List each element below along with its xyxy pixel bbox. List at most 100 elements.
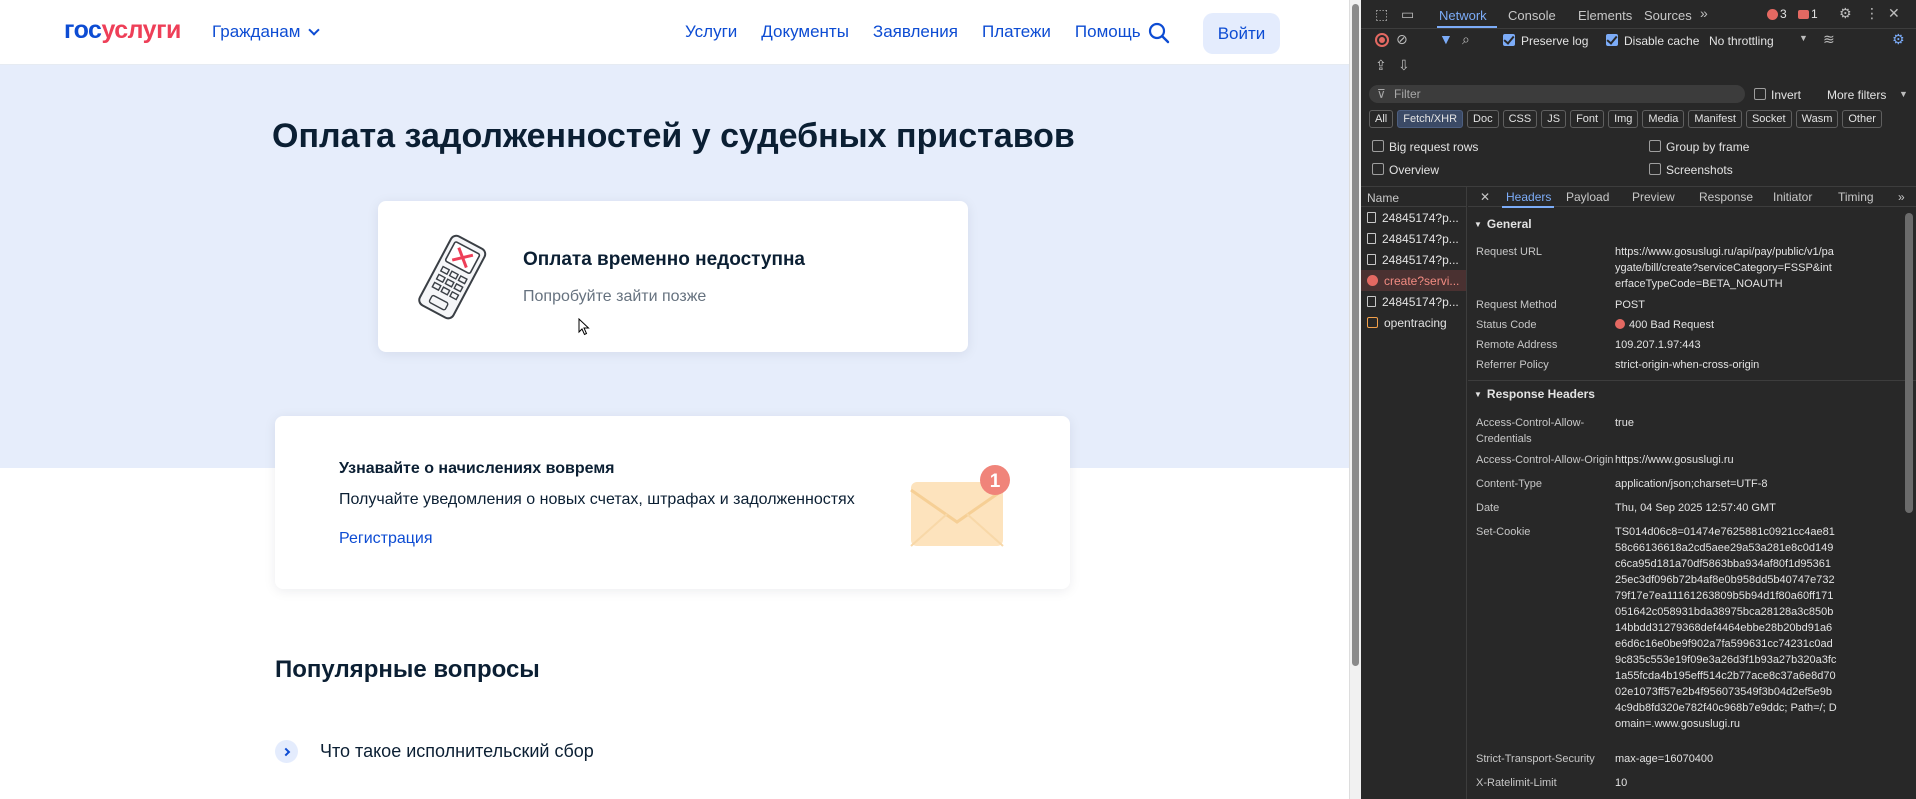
file-icon xyxy=(1367,254,1376,265)
nav-payments[interactable]: Платежи xyxy=(982,22,1051,42)
gear-icon[interactable]: ⚙ xyxy=(1839,5,1852,22)
chip-other[interactable]: Other xyxy=(1842,110,1882,128)
file-icon xyxy=(1367,296,1376,307)
more-detail-tabs-icon[interactable]: » xyxy=(1898,190,1905,204)
chip-doc[interactable]: Doc xyxy=(1467,110,1499,128)
nav-help[interactable]: Помощь xyxy=(1075,22,1141,42)
close-icon[interactable]: ✕ xyxy=(1888,5,1900,22)
export-har-icon[interactable]: ⇩ xyxy=(1398,57,1410,74)
big-rows-checkbox[interactable] xyxy=(1372,140,1384,152)
tab-preview[interactable]: Preview xyxy=(1632,190,1675,204)
citizens-menu[interactable]: Гражданам xyxy=(212,22,321,42)
name-column-header[interactable]: Name xyxy=(1361,187,1466,207)
chip-all[interactable]: All xyxy=(1369,110,1394,128)
page-scrollbar[interactable] xyxy=(1349,0,1361,799)
header-value: Thu, 04 Sep 2025 12:57:40 GMT xyxy=(1615,502,1776,514)
close-detail-icon[interactable]: ✕ xyxy=(1480,190,1490,204)
unavailable-subtitle: Попробуйте зайти позже xyxy=(523,288,707,305)
more-filters-button[interactable]: More filters xyxy=(1827,88,1886,102)
logo-part-2: услуги xyxy=(101,16,181,44)
chip-socket[interactable]: Socket xyxy=(1745,110,1792,128)
faq-item[interactable]: Что такое исполнительский сбор xyxy=(275,740,594,763)
import-har-icon[interactable]: ⇪ xyxy=(1375,57,1387,74)
payment-unavailable-card: Оплата временно недоступна Попробуйте за… xyxy=(378,201,968,352)
header-value: application/json;charset=UTF-8 xyxy=(1615,478,1768,490)
header-key: Set-Cookie xyxy=(1476,526,1531,538)
nav-services[interactable]: Услуги xyxy=(685,22,737,42)
request-row[interactable]: 24845174?p... xyxy=(1361,207,1466,228)
site-header: госуслуги Гражданам Услуги Документы Зая… xyxy=(0,0,1349,65)
notify-subtitle: Получайте уведомления о новых счетах, шт… xyxy=(339,491,855,508)
request-detail: ✕ Headers Payload Preview Response Initi… xyxy=(1468,187,1916,799)
gosuslugi-logo[interactable]: госуслуги xyxy=(64,16,181,45)
chip-media[interactable]: Media xyxy=(1642,110,1685,128)
group-by-frame-label: Group by frame xyxy=(1666,140,1750,154)
tab-response[interactable]: Response xyxy=(1699,190,1753,204)
tab-network[interactable]: Network xyxy=(1439,8,1487,23)
more-tabs-icon[interactable]: » xyxy=(1700,5,1708,21)
registration-link[interactable]: Регистрация xyxy=(339,530,433,548)
tab-console[interactable]: Console xyxy=(1508,8,1556,23)
devtools-scrollbar[interactable] xyxy=(1905,213,1913,513)
tab-initiator[interactable]: Initiator xyxy=(1773,190,1812,204)
chip-img[interactable]: Img xyxy=(1608,110,1639,128)
error-count-badge[interactable]: 3 xyxy=(1767,7,1787,21)
request-row[interactable]: opentracing xyxy=(1361,312,1466,333)
response-headers-section-header[interactable]: Response Headers xyxy=(1474,387,1595,401)
more-filters-dropdown-icon[interactable]: ▼ xyxy=(1899,89,1908,99)
login-button[interactable]: Войти xyxy=(1203,13,1280,54)
tab-headers[interactable]: Headers xyxy=(1506,190,1551,204)
header-key: Strict-Transport-Security xyxy=(1476,753,1595,765)
request-row-selected[interactable]: create?servi... xyxy=(1361,270,1466,291)
requests-area: Name 24845174?p... 24845174?p... 2484517… xyxy=(1361,186,1916,799)
general-section-header[interactable]: General xyxy=(1474,217,1532,231)
header-value: https://www.gosuslugi.ru xyxy=(1615,454,1734,466)
throttling-select[interactable]: No throttling xyxy=(1709,34,1774,48)
kebab-menu-icon[interactable]: ⋮ xyxy=(1865,5,1879,22)
error-icon xyxy=(1767,8,1778,20)
inspect-element-icon[interactable]: ⬚ xyxy=(1375,6,1388,23)
tab-timing[interactable]: Timing xyxy=(1838,190,1874,204)
filter-icon[interactable]: ▼ xyxy=(1439,31,1453,47)
nav-documents[interactable]: Документы xyxy=(761,22,849,42)
trace-icon xyxy=(1367,317,1378,328)
request-url-value: https://www.gosuslugi.ru/api/pay/public/… xyxy=(1615,246,1834,290)
throttling-dropdown-icon[interactable]: ▼ xyxy=(1799,33,1808,43)
page-scrollbar-thumb[interactable] xyxy=(1352,4,1359,666)
request-method-value: POST xyxy=(1615,299,1645,311)
payment-terminal-illustration xyxy=(418,234,487,320)
chip-wasm[interactable]: Wasm xyxy=(1795,110,1839,128)
invert-checkbox[interactable] xyxy=(1754,88,1766,100)
chip-manifest[interactable]: Manifest xyxy=(1688,110,1742,128)
header-key: Referrer Policy xyxy=(1476,359,1549,371)
disable-cache-checkbox[interactable] xyxy=(1606,34,1618,46)
chip-css[interactable]: CSS xyxy=(1502,110,1538,128)
search-icon[interactable] xyxy=(1148,22,1170,44)
tab-sources[interactable]: Sources xyxy=(1644,8,1692,23)
tab-elements[interactable]: Elements xyxy=(1578,8,1632,23)
nav-applications[interactable]: Заявления xyxy=(873,22,958,42)
set-cookie-value: TS014d06c8=01474e7625881c0921cc4ae8158c6… xyxy=(1615,526,1837,730)
remote-address-value: 109.207.1.97:443 xyxy=(1615,339,1701,351)
chip-js[interactable]: JS xyxy=(1541,110,1567,128)
status-error-icon xyxy=(1615,319,1625,329)
warning-count-badge[interactable]: 1 xyxy=(1798,7,1818,21)
network-conditions-icon[interactable]: ≋ xyxy=(1823,31,1835,48)
request-row[interactable]: 24845174?p... xyxy=(1361,228,1466,249)
search-icon[interactable]: ⌕ xyxy=(1462,31,1470,48)
screenshots-checkbox[interactable] xyxy=(1649,163,1661,175)
clear-icon[interactable]: ⊘ xyxy=(1396,31,1408,48)
record-icon[interactable] xyxy=(1375,33,1389,47)
network-settings-gear-icon[interactable]: ⚙ xyxy=(1892,31,1905,48)
group-by-frame-checkbox[interactable] xyxy=(1649,140,1661,152)
chip-fetch-xhr[interactable]: Fetch/XHR xyxy=(1397,110,1464,128)
filter-input[interactable]: ⊽ Filter xyxy=(1369,85,1745,103)
preserve-log-checkbox[interactable] xyxy=(1503,34,1515,46)
tab-payload[interactable]: Payload xyxy=(1566,190,1609,204)
chip-font[interactable]: Font xyxy=(1570,110,1605,128)
overview-checkbox[interactable] xyxy=(1372,163,1384,175)
devtools-tab-bar: ⬚ ▭ Network Console Elements Sources » 3… xyxy=(1361,0,1916,29)
device-toolbar-icon[interactable]: ▭ xyxy=(1401,6,1414,23)
request-row[interactable]: 24845174?p... xyxy=(1361,249,1466,270)
request-row[interactable]: 24845174?p... xyxy=(1361,291,1466,312)
